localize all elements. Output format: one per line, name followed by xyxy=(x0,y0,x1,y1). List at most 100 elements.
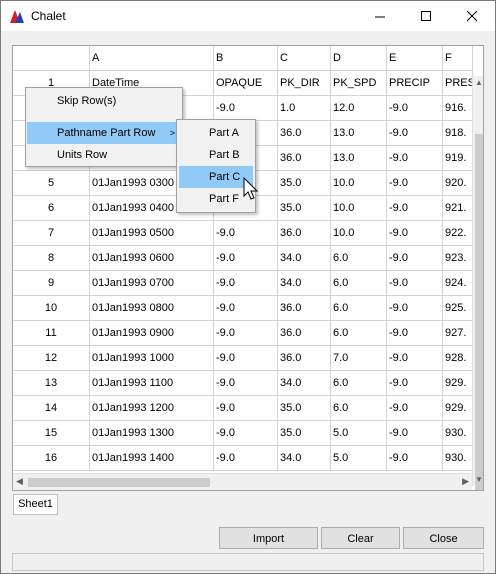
table-cell[interactable]: 01Jan1993 1100 xyxy=(90,371,214,396)
table-cell[interactable]: -9.0 xyxy=(387,446,443,471)
table-cell[interactable]: -9.0 xyxy=(214,446,278,471)
column-header[interactable]: D xyxy=(331,46,387,71)
table-cell[interactable]: 1.0 xyxy=(278,96,331,121)
row-header[interactable]: 8 xyxy=(13,246,90,271)
table-cell[interactable]: 927. xyxy=(443,321,473,346)
table-cell[interactable]: -9.0 xyxy=(387,296,443,321)
table-cell[interactable]: -9.0 xyxy=(387,121,443,146)
table-cell[interactable]: -9.0 xyxy=(214,296,278,321)
scroll-up-icon[interactable]: ▲ xyxy=(475,78,483,87)
table-cell[interactable]: 34.0 xyxy=(278,271,331,296)
table-cell[interactable]: PK_DIR xyxy=(278,71,331,96)
row-header[interactable]: 9 xyxy=(13,271,90,296)
vertical-scroll-thumb[interactable] xyxy=(475,134,483,490)
table-cell[interactable]: 928. xyxy=(443,346,473,371)
table-cell[interactable]: 922. xyxy=(443,221,473,246)
table-cell[interactable]: 916. xyxy=(443,96,473,121)
table-cell[interactable]: OPAQUE xyxy=(214,71,278,96)
table-cell[interactable]: 6.0 xyxy=(331,246,387,271)
table-cell[interactable]: 7.0 xyxy=(331,346,387,371)
table-cell[interactable]: -9.0 xyxy=(387,371,443,396)
table-cell[interactable]: -9.0 xyxy=(387,221,443,246)
table-cell[interactable]: -9.0 xyxy=(387,346,443,371)
row-header[interactable]: 15 xyxy=(13,421,90,446)
row-header[interactable]: 14 xyxy=(13,396,90,421)
table-cell[interactable]: 01Jan1993 1000 xyxy=(90,346,214,371)
submenu-item-part-b[interactable]: Part B xyxy=(179,144,253,166)
table-cell[interactable]: 36.0 xyxy=(278,146,331,171)
row-header[interactable]: 10 xyxy=(13,296,90,321)
table-cell[interactable]: 920. xyxy=(443,171,473,196)
table-cell[interactable]: -9.0 xyxy=(387,96,443,121)
table-cell[interactable]: 10.0 xyxy=(331,196,387,221)
table-cell[interactable]: 929. xyxy=(443,371,473,396)
row-header[interactable]: 7 xyxy=(13,221,90,246)
menu-item-units-row[interactable]: Units Row xyxy=(27,144,181,166)
table-cell[interactable]: 5.0 xyxy=(331,421,387,446)
submenu-item-part-f[interactable]: Part F xyxy=(179,188,253,210)
table-cell[interactable]: -9.0 xyxy=(214,96,278,121)
table-cell[interactable]: -9.0 xyxy=(214,321,278,346)
submenu-item-part-a[interactable]: Part A xyxy=(179,122,253,144)
scroll-down-icon[interactable]: ▼ xyxy=(475,475,483,484)
column-header[interactable]: E xyxy=(387,46,443,71)
row-header[interactable]: 5 xyxy=(13,171,90,196)
table-cell[interactable]: 01Jan1993 1400 xyxy=(90,446,214,471)
table-cell[interactable]: 36.0 xyxy=(278,321,331,346)
table-cell[interactable]: 919. xyxy=(443,146,473,171)
table-cell[interactable]: 34.0 xyxy=(278,446,331,471)
menu-item-skip-rows[interactable]: Skip Row(s) xyxy=(27,90,181,112)
scroll-left-icon[interactable]: ◀ xyxy=(16,476,23,487)
table-cell[interactable]: 12.0 xyxy=(331,96,387,121)
table-cell[interactable]: 13.0 xyxy=(331,146,387,171)
horizontal-scrollbar[interactable]: ◀ ▶ xyxy=(13,473,472,490)
row-header[interactable]: 13 xyxy=(13,371,90,396)
scroll-right-icon[interactable]: ▶ xyxy=(462,476,469,487)
close-button[interactable]: Close xyxy=(403,527,484,549)
row-header[interactable]: 12 xyxy=(13,346,90,371)
table-cell[interactable]: 923. xyxy=(443,246,473,271)
table-cell[interactable]: 36.0 xyxy=(278,346,331,371)
table-cell[interactable]: -9.0 xyxy=(387,396,443,421)
maximize-button[interactable] xyxy=(403,1,449,31)
column-header[interactable]: C xyxy=(278,46,331,71)
column-header[interactable]: F xyxy=(443,46,473,71)
table-cell[interactable]: 01Jan1993 0900 xyxy=(90,321,214,346)
vertical-scrollbar[interactable]: ▲ ▼ xyxy=(472,76,483,490)
table-cell[interactable]: 929. xyxy=(443,396,473,421)
table-cell[interactable]: 01Jan1993 0500 xyxy=(90,221,214,246)
table-cell[interactable]: 35.0 xyxy=(278,396,331,421)
table-cell[interactable]: 5.0 xyxy=(331,446,387,471)
table-cell[interactable]: -9.0 xyxy=(387,246,443,271)
import-button[interactable]: Import xyxy=(219,527,318,549)
table-cell[interactable]: 930. xyxy=(443,446,473,471)
column-header[interactable]: B xyxy=(214,46,278,71)
table-cell[interactable]: PRES xyxy=(443,71,473,96)
table-cell[interactable]: 01Jan1993 1200 xyxy=(90,396,214,421)
table-cell[interactable]: 6.0 xyxy=(331,396,387,421)
table-cell[interactable]: 36.0 xyxy=(278,296,331,321)
table-cell[interactable]: 35.0 xyxy=(278,171,331,196)
table-cell[interactable]: 35.0 xyxy=(278,196,331,221)
table-cell[interactable]: 6.0 xyxy=(331,371,387,396)
table-cell[interactable]: 01Jan1993 0700 xyxy=(90,271,214,296)
horizontal-scroll-thumb[interactable] xyxy=(28,478,210,487)
table-cell[interactable]: -9.0 xyxy=(214,346,278,371)
row-header[interactable]: 16 xyxy=(13,446,90,471)
table-cell[interactable]: -9.0 xyxy=(387,421,443,446)
table-cell[interactable]: PRECIP xyxy=(387,71,443,96)
table-cell[interactable]: 36.0 xyxy=(278,221,331,246)
table-cell[interactable]: 918. xyxy=(443,121,473,146)
table-cell[interactable]: 35.0 xyxy=(278,421,331,446)
table-cell[interactable]: -9.0 xyxy=(387,171,443,196)
table-cell[interactable]: -9.0 xyxy=(387,321,443,346)
column-header[interactable]: A xyxy=(90,46,214,71)
table-cell[interactable]: -9.0 xyxy=(214,421,278,446)
table-cell[interactable]: -9.0 xyxy=(214,396,278,421)
minimize-button[interactable] xyxy=(357,1,403,31)
table-cell[interactable]: 01Jan1993 0800 xyxy=(90,296,214,321)
table-cell[interactable]: 921. xyxy=(443,196,473,221)
menu-item-pathname-part-row[interactable]: Pathname Part Row > xyxy=(27,122,181,144)
table-cell[interactable]: -9.0 xyxy=(387,146,443,171)
table-cell[interactable]: -9.0 xyxy=(387,271,443,296)
